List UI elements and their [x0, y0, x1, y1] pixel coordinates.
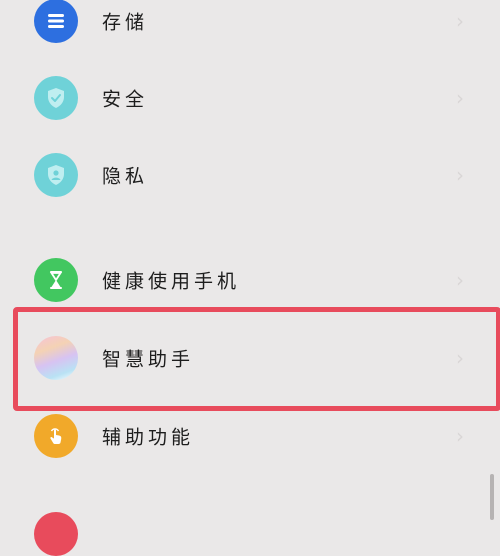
chevron-right-icon: › — [456, 9, 464, 33]
settings-item-label: 隐私 — [102, 165, 149, 188]
chevron-right-icon: › — [456, 268, 464, 292]
accessibility-hand-icon — [34, 414, 78, 458]
shield-check-icon — [34, 76, 78, 120]
chevron-right-icon: › — [456, 424, 464, 448]
chevron-right-icon: › — [456, 86, 464, 110]
settings-item-label: 健康使用手机 — [102, 270, 241, 293]
chevron-right-icon: › — [456, 163, 464, 187]
settings-item-accessibility[interactable]: 辅助功能 › — [0, 397, 500, 475]
settings-item-label: 安全 — [102, 88, 149, 111]
storage-icon — [34, 0, 78, 43]
privacy-shield-icon — [34, 153, 78, 197]
settings-item-label: 存储 — [102, 11, 149, 34]
hourglass-icon — [34, 258, 78, 302]
settings-item-security[interactable]: 安全 › — [0, 59, 500, 137]
settings-item-storage[interactable]: 存储 › — [0, 0, 500, 60]
settings-item-label: 辅助功能 — [102, 426, 195, 449]
scrollbar[interactable] — [490, 474, 494, 520]
highlight-frame — [13, 307, 500, 411]
settings-item-privacy[interactable]: 隐私 › — [0, 136, 500, 214]
next-item-icon-partial — [34, 512, 78, 556]
